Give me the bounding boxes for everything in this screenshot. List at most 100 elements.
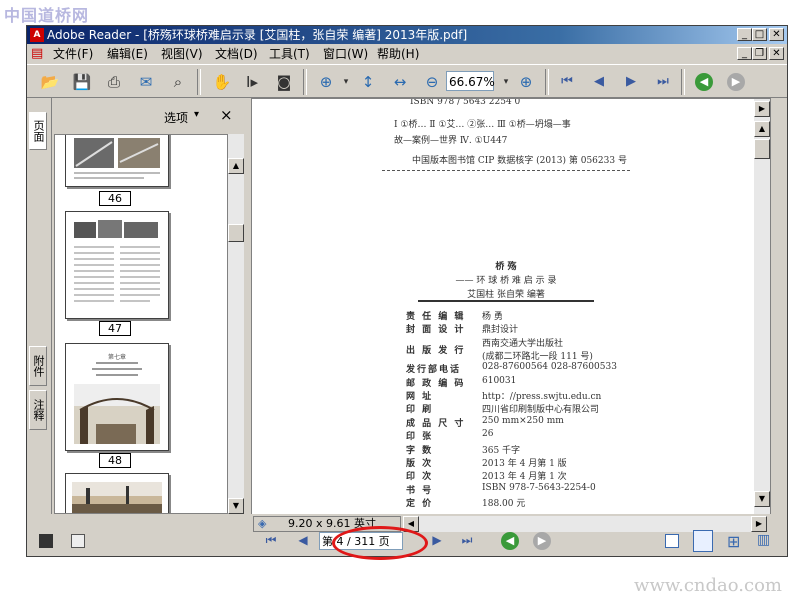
doc-scroll-down-icon[interactable]: ▼ xyxy=(754,491,770,507)
doc-scroll-up-icon[interactable]: ▲ xyxy=(754,121,770,137)
pages-panel: 选项 ▾ × 46 47 第七章 48 ▲ ▼ xyxy=(51,98,245,516)
menu-file[interactable]: 文件(F) xyxy=(53,46,93,62)
pdf-doc-icon: ▤ xyxy=(31,46,44,61)
document-page: ISBN 978 / 5643 2254 0 Ⅰ ①桥… Ⅱ ①艾… ②张… Ⅲ… xyxy=(382,99,662,515)
zoom-out-icon[interactable]: ⊖ xyxy=(421,71,443,93)
toolbar: 📂 💾 ⎙ ✉ ⌕ ✋ I▸ ◙ ⊕ ▾ ↕ ↔ ⊖ 66.67% ▾ ⊕ ⏮ … xyxy=(27,64,787,98)
status-next-page-icon[interactable]: ▶ xyxy=(427,530,447,550)
document-view[interactable]: ISBN 978 / 5643 2254 0 Ⅰ ①桥… Ⅱ ①艾… ②张… Ⅲ… xyxy=(251,98,771,516)
single-page-icon[interactable] xyxy=(665,534,679,548)
menu-document[interactable]: 文档(D) xyxy=(215,46,258,62)
cip-number: 中国版本图书馆 CIP 数据核字 (2013) 第 056233 号 xyxy=(412,156,627,166)
zoom-tool-dropdown-icon[interactable]: ▾ xyxy=(335,71,357,93)
panel-header: 选项 ▾ × xyxy=(52,98,246,134)
continuous-page-icon[interactable] xyxy=(693,530,713,552)
minimize-button[interactable]: _ xyxy=(737,28,752,41)
imprint-label: 印 张 xyxy=(406,432,434,443)
maximize-button[interactable]: □ xyxy=(752,28,767,41)
save-icon[interactable]: 💾 xyxy=(71,71,93,93)
panel-scroll-thumb[interactable] xyxy=(228,224,244,242)
zoom-in-icon[interactable]: ⊕ xyxy=(515,71,537,93)
status-previous-view-icon[interactable]: ◀ xyxy=(501,532,519,550)
document-scrollbar[interactable]: ▲ ▼ xyxy=(754,99,770,515)
imprint-label: 发行部电话 xyxy=(406,365,462,376)
imprint-value: 四川省印刷制版中心有限公司 xyxy=(482,405,600,416)
panel-scrollbar[interactable]: ▲ ▼ xyxy=(228,134,244,514)
title-bar[interactable]: A Adobe Reader - [桥殇环球桥难启示录 [艾国柱，张自荣 编著]… xyxy=(27,26,787,44)
imprint-label: 版 次 xyxy=(406,459,434,469)
doc-scroll-thumb[interactable] xyxy=(754,139,770,159)
actual-size-icon[interactable]: ↕ xyxy=(357,71,379,93)
thumbnail-page[interactable] xyxy=(65,211,169,319)
window-title: Adobe Reader - [桥殇环球桥难启示录 [艾国柱，张自荣 编著] 2… xyxy=(47,28,468,42)
imprint-value: 26 xyxy=(482,429,494,440)
menu-edit[interactable]: 编辑(E) xyxy=(107,46,148,62)
zoom-in-tool-icon[interactable]: ⊕ xyxy=(315,71,337,93)
imprint-label: 字 数 xyxy=(406,445,434,456)
menu-window[interactable]: 窗口(W) xyxy=(323,46,368,62)
hand-tool-icon[interactable]: ✋ xyxy=(211,71,233,93)
print-icon[interactable]: ⎙ xyxy=(103,71,125,93)
title-divider xyxy=(418,300,594,302)
thumbnail-chapter-heading: 第七章 xyxy=(107,354,126,361)
previous-page-icon[interactable]: ◀ xyxy=(589,72,609,92)
imprint-label: 邮 政 编 码 xyxy=(406,378,466,389)
thumbnail-list[interactable]: 46 47 第七章 48 xyxy=(54,134,228,514)
book-title: 桥 殇 xyxy=(495,262,517,272)
next-page-icon[interactable]: ▶ xyxy=(621,72,641,92)
scroll-up-icon[interactable]: ▲ xyxy=(228,158,244,174)
imprint-value: 2013 年 4 月第 1 次 xyxy=(482,472,567,483)
imprint-label: 成 品 尺 寸 xyxy=(406,418,466,429)
zoom-dropdown-icon[interactable]: ▾ xyxy=(495,71,517,93)
imprint-label: 出 版 发 行 xyxy=(406,345,466,356)
doc-restore-button[interactable]: ❐ xyxy=(752,47,767,60)
fit-width-icon[interactable]: ↔ xyxy=(389,71,411,93)
doc-scroll-top-icon[interactable]: ▶ xyxy=(754,101,770,117)
thumbnail-image xyxy=(72,482,162,513)
reader-window: A Adobe Reader - [桥殇环球桥难启示录 [艾国柱，张自荣 编著]… xyxy=(26,25,788,557)
facing-pages-icon[interactable]: ⊞ xyxy=(727,532,740,551)
book-subtitle: —— 环 球 桥 难 启 示 录 xyxy=(455,276,557,286)
status-previous-page-icon[interactable]: ◀ xyxy=(293,530,313,550)
previous-view-icon[interactable]: ◀ xyxy=(695,73,713,91)
thumbnail-page[interactable] xyxy=(65,135,169,187)
search-binoculars-icon[interactable]: ⌕ xyxy=(167,71,189,93)
status-last-page-icon[interactable]: ⏭ xyxy=(457,530,477,550)
options-dropdown-icon[interactable]: ▾ xyxy=(194,109,199,120)
thumbnail-page-number: 47 xyxy=(99,321,131,336)
snapshot-icon[interactable]: ◙ xyxy=(273,71,295,93)
imprint-value-line2: (成都二环路北一段 111 号) xyxy=(482,351,593,362)
panel-close-icon[interactable]: × xyxy=(220,106,233,124)
status-next-view-icon[interactable]: ▶ xyxy=(533,532,551,550)
close-button[interactable]: ✕ xyxy=(769,28,784,41)
scroll-down-icon[interactable]: ▼ xyxy=(228,498,244,514)
scroll-right-icon[interactable]: ▶ xyxy=(751,516,767,532)
tab-attachments[interactable]: 附件 xyxy=(29,346,47,386)
next-view-icon[interactable]: ▶ xyxy=(727,73,745,91)
tab-pages[interactable]: 页面 xyxy=(29,112,47,150)
doc-minimize-button[interactable]: _ xyxy=(737,47,752,60)
screen-mode-icon[interactable] xyxy=(39,534,53,548)
imprint-value: 028-87600564 028-87600533 xyxy=(482,362,617,373)
doc-close-button[interactable]: ✕ xyxy=(769,47,784,60)
status-first-page-icon[interactable]: ⏮ xyxy=(261,530,281,550)
email-icon[interactable]: ✉ xyxy=(135,71,157,93)
last-page-icon[interactable]: ⏭ xyxy=(653,72,673,92)
continuous-facing-icon[interactable]: ▥ xyxy=(757,532,770,548)
menu-help[interactable]: 帮助(H) xyxy=(377,46,419,62)
side-tabs: 页面 附件 注释 xyxy=(27,98,51,516)
zoom-level-input[interactable]: 66.67% xyxy=(446,71,495,91)
options-menu[interactable]: 选项 xyxy=(164,109,188,126)
imprint-label: 定 价 xyxy=(406,499,434,510)
select-text-icon[interactable]: I▸ xyxy=(241,71,263,93)
page-layout-icon[interactable] xyxy=(71,534,85,548)
menu-view[interactable]: 视图(V) xyxy=(161,46,203,62)
thumbnail-page[interactable] xyxy=(65,473,169,513)
thumbnail-page[interactable]: 第七章 xyxy=(65,343,169,451)
imprint-label: 印 次 xyxy=(406,472,434,483)
menu-tools[interactable]: 工具(T) xyxy=(269,46,310,62)
first-page-icon[interactable]: ⏮ xyxy=(557,72,577,92)
tab-comments[interactable]: 注释 xyxy=(29,390,47,430)
open-folder-icon[interactable]: 📂 xyxy=(39,71,61,93)
imprint-label: 印 刷 xyxy=(406,405,434,416)
